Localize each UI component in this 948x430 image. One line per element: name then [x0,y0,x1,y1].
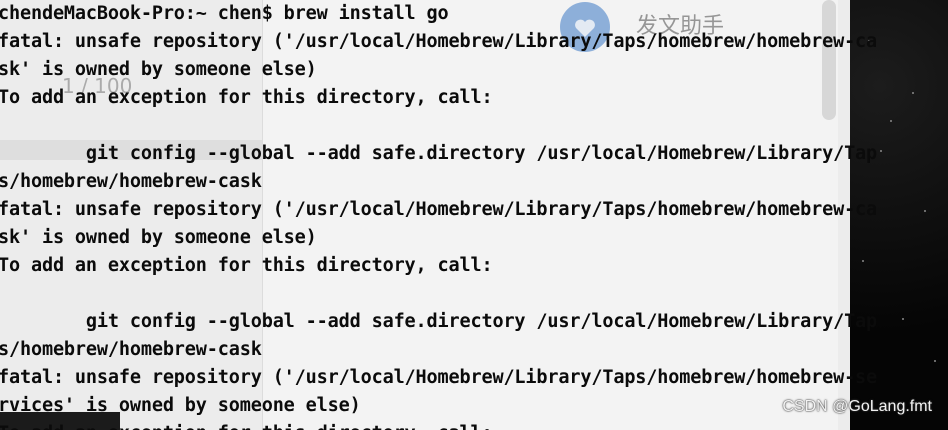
terminal-line: git config --global --add safe.directory… [0,143,878,164]
terminal-output[interactable]: chendeMacBook-Pro:~ chen$ brew install g… [0,0,948,430]
terminal-line: fatal: unsafe repository ('/usr/local/Ho… [0,199,878,220]
terminal-line: fatal: unsafe repository ('/usr/local/Ho… [0,31,878,52]
terminal-line: To add an exception for this directory, … [0,87,493,108]
terminal-line: To add an exception for this directory, … [0,255,493,276]
terminal-line: fatal: unsafe repository ('/usr/local/Ho… [0,367,878,388]
terminal-line: git config --global --add safe.directory… [0,311,878,332]
terminal-line-command: chendeMacBook-Pro:~ chen$ brew install g… [0,3,449,24]
terminal-line: s/homebrew/homebrew-cask [0,339,262,360]
terminal-line: sk' is owned by someone else) [0,227,317,248]
terminal-line: s/homebrew/homebrew-cask [0,171,262,192]
terminal-line: To add an exception for this directory, … [0,420,948,430]
csdn-watermark: CSDN @GoLang.fmt [782,398,932,415]
terminal-line: sk' is owned by someone else) [0,59,317,80]
